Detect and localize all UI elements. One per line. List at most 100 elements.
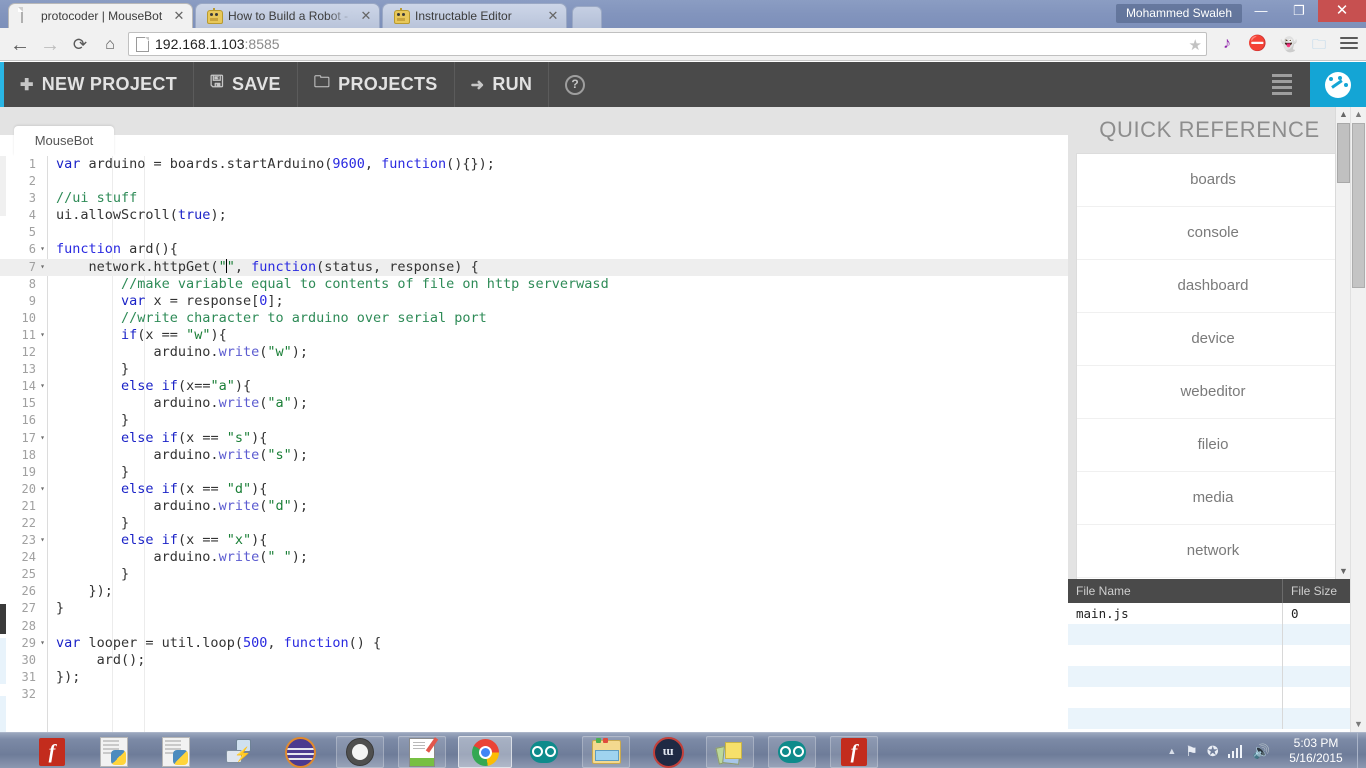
code-line[interactable]: 9 var x = response[0]; bbox=[0, 293, 1068, 310]
browser-tab-0[interactable]: protocoder | MouseBot ✕ bbox=[8, 3, 193, 28]
browser-tab-2-close-icon[interactable]: ✕ bbox=[546, 9, 560, 23]
run-button[interactable]: ➜ RUN bbox=[455, 62, 550, 107]
taskbar-arduino-ide[interactable] bbox=[520, 736, 568, 768]
page-scrollbar[interactable]: ▲ ▼ bbox=[1350, 107, 1366, 732]
save-button[interactable]: 🖫 SAVE bbox=[194, 62, 298, 107]
scrollbar-thumb[interactable] bbox=[1337, 123, 1350, 183]
reload-button[interactable]: ⟳ bbox=[68, 33, 92, 57]
taskbar-python-file-2[interactable] bbox=[152, 736, 200, 768]
code-line[interactable]: 19 } bbox=[0, 464, 1068, 481]
help-button[interactable]: ? bbox=[549, 62, 601, 107]
fold-arrow-icon[interactable]: ▾ bbox=[38, 638, 47, 647]
list-view-button[interactable] bbox=[1254, 62, 1310, 107]
code-line[interactable]: 6 ▾ function ard(){ bbox=[0, 241, 1068, 258]
new-tab-button[interactable] bbox=[572, 6, 602, 28]
code-line[interactable]: 28 bbox=[0, 618, 1068, 635]
taskbar-clock[interactable]: 5:03 PM 5/16/2015 bbox=[1276, 736, 1356, 766]
fold-arrow-icon[interactable]: ▾ bbox=[38, 382, 47, 390]
taskbar-ubuntu-app[interactable] bbox=[276, 736, 324, 768]
code-line[interactable]: 2 bbox=[0, 173, 1068, 190]
code-area[interactable]: 1 var arduino = boards.startArduino(9600,… bbox=[0, 156, 1068, 732]
file-table-row[interactable] bbox=[1068, 624, 1366, 645]
code-line[interactable]: 24 arduino.write(" "); bbox=[0, 549, 1068, 566]
page-scroll-up-icon[interactable]: ▲ bbox=[1351, 107, 1366, 122]
code-line[interactable]: 15 arduino.write("a"); bbox=[0, 395, 1068, 412]
taskbar-python-file-1[interactable] bbox=[90, 736, 138, 768]
window-minimize-button[interactable]: — bbox=[1242, 0, 1280, 22]
code-line[interactable]: 20 ▾ else if(x == "d"){ bbox=[0, 481, 1068, 498]
fold-arrow-icon[interactable]: ▾ bbox=[38, 330, 47, 339]
code-line[interactable]: 21 arduino.write("d"); bbox=[0, 498, 1068, 515]
code-line[interactable]: 12 arduino.write("w"); bbox=[0, 344, 1068, 361]
scroll-up-icon[interactable]: ▲ bbox=[1336, 107, 1351, 122]
window-close-button[interactable]: ✕ bbox=[1318, 0, 1366, 22]
code-line[interactable]: 1 var arduino = boards.startArduino(9600,… bbox=[0, 156, 1068, 173]
flag-warning-icon[interactable]: ⚑ bbox=[1185, 744, 1198, 758]
fold-arrow-icon[interactable]: ▾ bbox=[38, 536, 47, 544]
bookmark-star-icon[interactable]: ★ bbox=[1189, 36, 1202, 54]
taskbar-tooth-app[interactable] bbox=[336, 736, 384, 768]
quick-reference-item-boards[interactable]: boards bbox=[1077, 154, 1349, 207]
ghostery-icon[interactable]: 👻 bbox=[1280, 35, 1298, 53]
page-scroll-down-icon[interactable]: ▼ bbox=[1351, 717, 1366, 732]
scroll-down-icon[interactable]: ▼ bbox=[1336, 564, 1351, 579]
code-line[interactable]: 10 //write character to arduino over ser… bbox=[0, 310, 1068, 327]
quick-reference-scrollbar[interactable]: ▲ ▼ bbox=[1335, 107, 1351, 579]
code-line[interactable]: 4 ui.allowScroll(true); bbox=[0, 207, 1068, 224]
code-lines[interactable]: 1 var arduino = boards.startArduino(9600,… bbox=[0, 156, 1068, 703]
taskbar-arduino-ide-2[interactable] bbox=[768, 736, 816, 768]
code-line[interactable]: 16 } bbox=[0, 412, 1068, 429]
new-project-button[interactable]: ✚ NEW PROJECT bbox=[4, 62, 195, 107]
file-table-row[interactable] bbox=[1068, 708, 1366, 729]
quick-reference-item-media[interactable]: media bbox=[1077, 472, 1349, 525]
editor-tab-mousebot[interactable]: MouseBot bbox=[14, 126, 114, 156]
fold-arrow-icon[interactable]: ▾ bbox=[38, 245, 47, 253]
home-button[interactable]: ⌂ bbox=[98, 33, 122, 57]
code-line[interactable]: 27} bbox=[0, 600, 1068, 617]
code-line[interactable]: 22 } bbox=[0, 515, 1068, 532]
quick-reference-item-webeditor[interactable]: webeditor bbox=[1077, 366, 1349, 419]
taskbar-sticky-notes[interactable] bbox=[706, 736, 754, 768]
window-maximize-button[interactable]: ❐ bbox=[1280, 0, 1318, 22]
taskbar-processing-app-2[interactable]: f bbox=[830, 736, 878, 768]
code-line[interactable]: 8 //make variable equal to contents of f… bbox=[0, 276, 1068, 293]
code-line[interactable]: 30 ard(); bbox=[0, 652, 1068, 669]
quick-reference-list[interactable]: boards console dashboard device webeditor fil… bbox=[1076, 153, 1350, 580]
code-line[interactable]: 31}); bbox=[0, 669, 1068, 686]
folder-icon[interactable]: 🗀 bbox=[1310, 35, 1328, 53]
back-button[interactable]: ← bbox=[8, 33, 32, 57]
volume-icon[interactable]: 🔊 bbox=[1253, 744, 1270, 758]
taskbar-notepad-plus-plus[interactable] bbox=[398, 736, 446, 768]
adblock-stop-icon[interactable]: ⛔ bbox=[1248, 35, 1267, 53]
browser-tab-0-close-icon[interactable]: ✕ bbox=[172, 9, 186, 23]
file-table-row[interactable] bbox=[1068, 666, 1366, 687]
fold-arrow-icon[interactable]: ▾ bbox=[38, 484, 47, 493]
code-line[interactable]: 11 ▾ if(x == "w"){ bbox=[0, 327, 1068, 344]
quick-reference-item-dashboard[interactable]: dashboard bbox=[1077, 260, 1349, 313]
fold-arrow-icon[interactable]: ▾ bbox=[38, 262, 47, 271]
tray-expand-icon[interactable]: ▲ bbox=[1167, 746, 1176, 756]
file-table-row[interactable] bbox=[1068, 687, 1366, 708]
page-scrollbar-thumb[interactable] bbox=[1352, 123, 1365, 288]
quick-reference-item-fileio[interactable]: fileio bbox=[1077, 419, 1349, 472]
code-line[interactable]: 29 ▾ var looper = util.loop(500, function(… bbox=[0, 635, 1068, 652]
code-line[interactable]: 7 ▾ network.httpGet("", function(status, … bbox=[0, 258, 1068, 276]
code-line[interactable]: 14 ▾ else if(x=="a"){ bbox=[0, 378, 1068, 395]
taskbar-file-explorer[interactable] bbox=[582, 736, 630, 768]
taskbar-google-chrome[interactable] bbox=[458, 736, 512, 768]
quick-reference-item-console[interactable]: console bbox=[1077, 207, 1349, 260]
projects-button[interactable]: 🗀 PROJECTS bbox=[298, 62, 455, 107]
browser-tab-1-close-icon[interactable]: ✕ bbox=[359, 9, 373, 23]
address-bar[interactable]: 192.168.1.103:8585 ★ bbox=[128, 32, 1207, 56]
browser-menu-icon[interactable] bbox=[1340, 34, 1358, 54]
code-line[interactable]: 26 }); bbox=[0, 583, 1068, 600]
taskbar-network-tool[interactable]: ⚡ bbox=[214, 736, 262, 768]
taskbar-mw-app[interactable]: ɯ bbox=[644, 736, 692, 768]
dashboard-button[interactable] bbox=[1310, 62, 1366, 107]
code-line[interactable]: 23 ▾ else if(x == "x"){ bbox=[0, 532, 1068, 549]
action-center-icon[interactable]: ✪ bbox=[1207, 744, 1219, 758]
quick-reference-item-device[interactable]: device bbox=[1077, 313, 1349, 366]
code-line[interactable]: 13 } bbox=[0, 361, 1068, 378]
forward-button[interactable]: → bbox=[38, 33, 62, 57]
quick-reference-item-network[interactable]: network bbox=[1077, 525, 1349, 578]
